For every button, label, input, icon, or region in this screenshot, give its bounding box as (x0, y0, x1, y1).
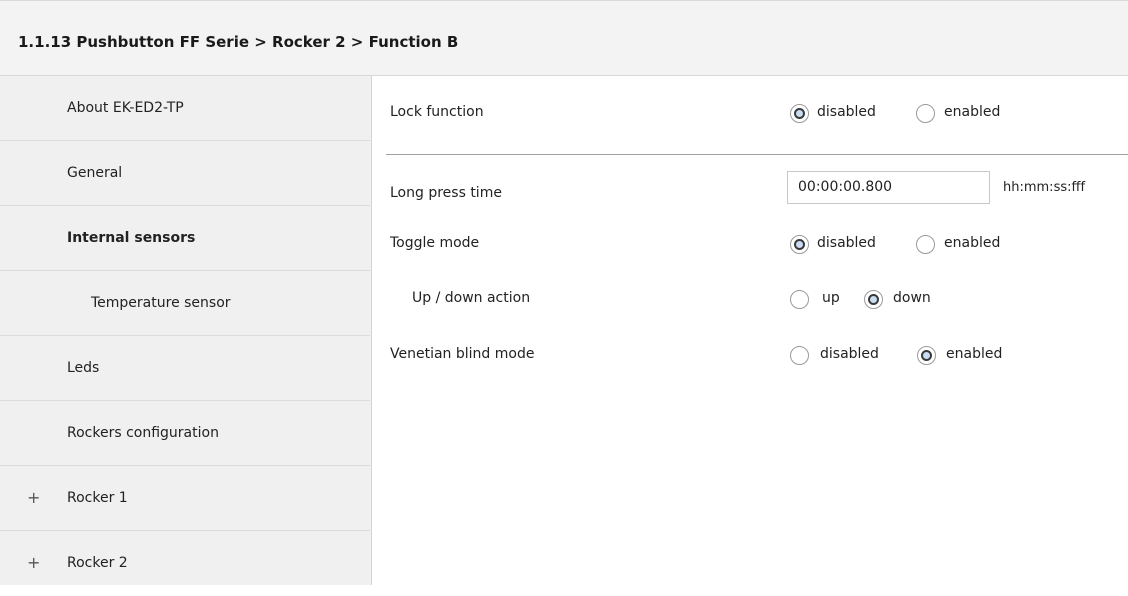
sidebar-item-temperature-sensor[interactable]: Temperature sensor (0, 271, 370, 336)
up-down-action-label: Up / down action (412, 290, 531, 306)
lock-function-enabled-radio[interactable] (916, 104, 935, 123)
toggle-mode-enabled-radio[interactable] (916, 235, 935, 254)
time-format-unit: hh:mm:ss:fff (1003, 180, 1086, 195)
expand-icon[interactable]: + (27, 466, 40, 530)
lock-function-label: Lock function (390, 104, 484, 120)
sidebar: About EK-ED2-TP General Internal sensors… (0, 76, 372, 585)
sidebar-item-label: Leds (67, 360, 100, 376)
lock-function-disabled-radio[interactable] (790, 104, 809, 123)
sidebar-item-label: Rockers configuration (67, 425, 219, 441)
expand-icon[interactable]: + (27, 531, 40, 595)
sidebar-item-rocker-1[interactable]: + Rocker 1 (0, 466, 370, 531)
radio-option-label: enabled (944, 235, 1001, 251)
radio-option-label: disabled (817, 104, 876, 120)
sidebar-item-internal-sensors[interactable]: Internal sensors (0, 206, 370, 271)
sidebar-item-label: Temperature sensor (91, 295, 231, 311)
radio-option-label: disabled (820, 346, 879, 362)
sidebar-item-rockers-configuration[interactable]: Rockers configuration (0, 401, 370, 466)
breadcrumb: 1.1.13 Pushbutton FF Serie > Rocker 2 > … (18, 33, 459, 51)
radio-option-label: up (822, 290, 840, 306)
sidebar-item-label: Rocker 1 (67, 490, 128, 506)
radio-option-label: down (893, 290, 931, 306)
sidebar-item-rocker-2[interactable]: + Rocker 2 (0, 531, 370, 596)
venetian-blind-mode-label: Venetian blind mode (390, 346, 535, 362)
breadcrumb-header: 1.1.13 Pushbutton FF Serie > Rocker 2 > … (0, 0, 1128, 76)
radio-option-label: enabled (944, 104, 1001, 120)
sidebar-item-general[interactable]: General (0, 141, 370, 206)
toggle-mode-disabled-radio[interactable] (790, 235, 809, 254)
venetian-blind-mode-disabled-radio[interactable] (790, 346, 809, 365)
sidebar-item-label: General (67, 165, 123, 181)
up-down-action-up-radio[interactable] (790, 290, 809, 309)
sidebar-item-label: Rocker 2 (67, 555, 128, 571)
divider (386, 154, 1128, 155)
long-press-time-input[interactable]: 00:00:00.800 (787, 171, 990, 204)
toggle-mode-label: Toggle mode (390, 235, 480, 251)
radio-option-label: enabled (946, 346, 1003, 362)
sidebar-item-about[interactable]: About EK-ED2-TP (0, 76, 370, 141)
sidebar-item-leds[interactable]: Leds (0, 336, 370, 401)
radio-option-label: disabled (817, 235, 876, 251)
long-press-time-label: Long press time (390, 185, 502, 201)
sidebar-item-label: About EK-ED2-TP (67, 100, 184, 116)
sidebar-item-label: Internal sensors (67, 230, 196, 246)
up-down-action-down-radio[interactable] (864, 290, 883, 309)
venetian-blind-mode-enabled-radio[interactable] (917, 346, 936, 365)
